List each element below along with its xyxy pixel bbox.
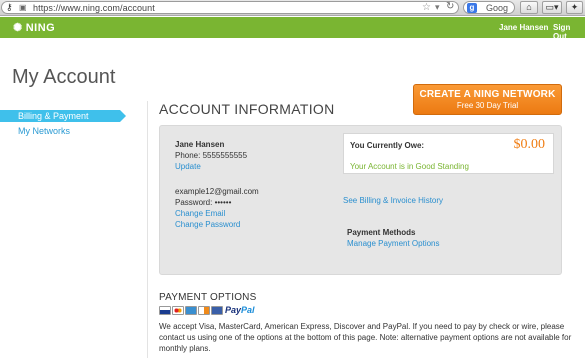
search-input[interactable]: Goog bbox=[486, 3, 508, 13]
payment-methods-label: Payment Methods bbox=[347, 228, 416, 237]
tab-menu-button[interactable]: ▭▾ bbox=[542, 1, 562, 14]
home-icon: ⌂ bbox=[526, 2, 532, 12]
google-icon: g bbox=[467, 3, 477, 13]
create-network-button[interactable]: CREATE A NING NETWORK Free 30 Day Trial bbox=[413, 84, 562, 115]
payment-options-text: We accept Visa, MasterCard, American Exp… bbox=[159, 322, 572, 353]
update-link[interactable]: Update bbox=[175, 162, 201, 171]
dropdown-arrow-icon[interactable]: ▾ bbox=[435, 2, 440, 13]
ning-logo[interactable]: ✺ NING bbox=[13, 21, 55, 34]
tools-icon: ✦ bbox=[570, 2, 579, 12]
owe-amount: $0.00 bbox=[513, 137, 546, 152]
home-button[interactable]: ⌂ bbox=[520, 1, 538, 14]
account-standing: Your Account is in Good Standing bbox=[350, 162, 469, 171]
sign-out-link[interactable]: Sign Out bbox=[553, 23, 585, 41]
column-divider bbox=[147, 101, 148, 358]
card-icon bbox=[211, 306, 223, 315]
create-button-label: CREATE A NING NETWORK bbox=[419, 89, 556, 100]
change-email-link[interactable]: Change Email bbox=[175, 209, 225, 218]
sidebar-item-label: Billing & Payment bbox=[18, 111, 89, 121]
visa-icon bbox=[159, 306, 171, 315]
browser-toolbar: ⚷ ▣ https://www.ning.com/account ☆ ▾ ↻ g… bbox=[0, 0, 585, 16]
change-password-link[interactable]: Change Password bbox=[175, 220, 240, 229]
lock-icon: ▣ bbox=[19, 3, 27, 12]
paypal-logo: PayPal bbox=[225, 305, 255, 315]
address-bar[interactable]: ⚷ ▣ https://www.ning.com/account ☆ ▾ ↻ bbox=[1, 1, 459, 14]
page-title: My Account bbox=[12, 66, 116, 88]
sidebar-item-billing[interactable]: Billing & Payment bbox=[0, 110, 126, 122]
ning-header: ✺ NING Jane Hansen Sign Out bbox=[0, 17, 585, 41]
owe-label: You Currently Owe: bbox=[350, 141, 425, 150]
account-password: Password: •••••• bbox=[175, 198, 232, 207]
paypal-text-a: Pay bbox=[225, 305, 242, 315]
user-name-link[interactable]: Jane Hansen bbox=[499, 23, 548, 32]
billing-history-link[interactable]: See Billing & Invoice History bbox=[343, 196, 443, 205]
url-text: https://www.ning.com/account bbox=[33, 3, 155, 13]
account-information-heading: ACCOUNT INFORMATION bbox=[159, 101, 335, 117]
sun-icon: ✺ bbox=[13, 22, 23, 34]
account-name: Jane Hansen bbox=[175, 140, 225, 149]
manage-payment-link[interactable]: Manage Payment Options bbox=[347, 239, 440, 248]
key-icon: ⚷ bbox=[6, 2, 13, 12]
reload-icon[interactable]: ↻ bbox=[446, 1, 454, 12]
search-box[interactable]: g Goog bbox=[463, 1, 515, 14]
account-email: example12@gmail.com bbox=[175, 187, 259, 196]
bookmark-star-icon[interactable]: ☆ bbox=[422, 2, 431, 13]
create-button-sublabel: Free 30 Day Trial bbox=[456, 101, 519, 110]
sidebar-item-networks[interactable]: My Networks bbox=[18, 126, 70, 136]
payment-options-heading: PAYMENT OPTIONS bbox=[159, 292, 257, 303]
amex-icon bbox=[185, 306, 197, 315]
tools-button[interactable]: ✦ bbox=[566, 1, 583, 14]
balance-box: You Currently Owe: $0.00 Your Account is… bbox=[343, 133, 554, 174]
discover-icon bbox=[198, 306, 210, 315]
window-icon: ▭▾ bbox=[545, 2, 559, 12]
account-phone: Phone: 5555555555 bbox=[175, 151, 248, 160]
logo-text: NING bbox=[25, 22, 56, 34]
mastercard-icon bbox=[172, 306, 184, 315]
paypal-text-b: Pal bbox=[241, 305, 255, 315]
